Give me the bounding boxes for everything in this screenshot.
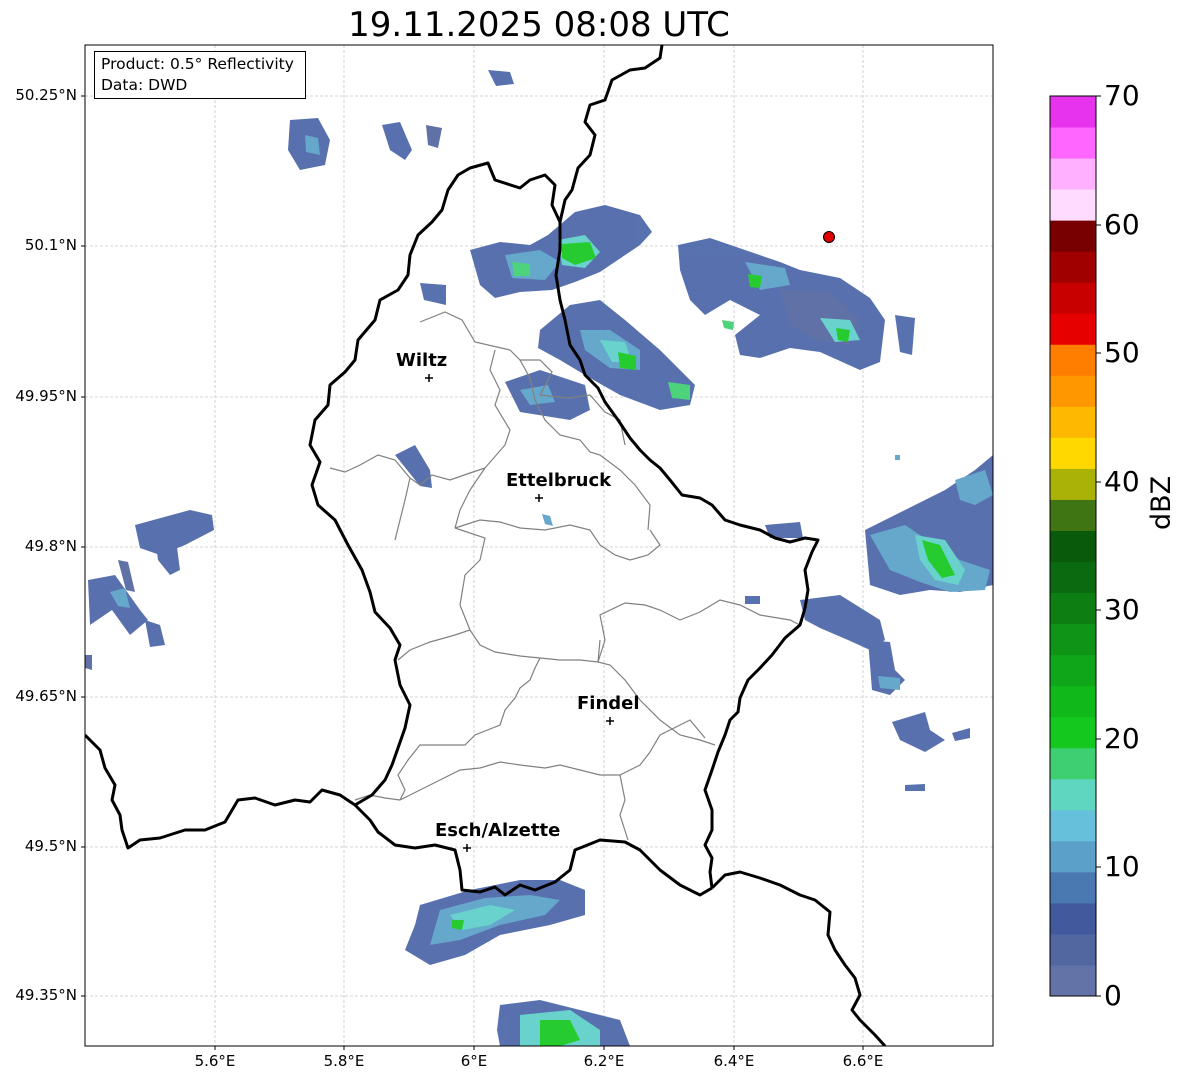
lat-label: 49.5°N xyxy=(24,837,77,855)
colorbar-tick-label: 20 xyxy=(1104,722,1140,755)
lat-label: 49.8°N xyxy=(24,537,77,555)
radar-echoes xyxy=(85,70,993,1046)
lon-label: 6.2°E xyxy=(583,1052,625,1070)
echo-cell xyxy=(85,510,214,670)
city-marker-ettelbruck xyxy=(535,494,543,502)
city-marker-findel xyxy=(606,717,614,725)
product-info-box: Product: 0.5° Reflectivity Data: DWD xyxy=(94,51,306,99)
echo-cell xyxy=(745,455,993,791)
colorbar-tick-label: 70 xyxy=(1104,79,1140,112)
echo-cell xyxy=(395,300,695,526)
lat-label: 49.65°N xyxy=(15,687,77,705)
radar-map xyxy=(81,44,994,1050)
city-marker-esch xyxy=(463,844,471,852)
city-label-findel: Findel xyxy=(577,693,640,714)
city-markers xyxy=(425,374,614,852)
lon-label: 6.6°E xyxy=(842,1052,884,1070)
city-label-esch-alzette: Esch/Alzette xyxy=(435,820,561,841)
data-source-label: Data: DWD xyxy=(101,76,188,94)
colorbar-tick-label: 30 xyxy=(1104,593,1140,626)
echo-cell xyxy=(678,238,915,370)
echo-cell xyxy=(405,880,630,1046)
city-label-ettelbruck: Ettelbruck xyxy=(506,470,612,491)
colorbar-tick-label: 40 xyxy=(1104,465,1140,498)
lon-label: 6°E xyxy=(460,1052,488,1070)
colorbar-tick-label: 50 xyxy=(1104,336,1140,369)
city-label-wiltz: Wiltz xyxy=(396,350,448,371)
colorbar-tick-label: 60 xyxy=(1104,208,1140,241)
lon-label: 5.8°E xyxy=(323,1052,365,1070)
lat-label: 50.1°N xyxy=(24,236,77,254)
lat-label: 49.35°N xyxy=(15,986,77,1004)
product-label: Product: 0.5° Reflectivity xyxy=(101,55,294,73)
city-marker-wiltz xyxy=(425,374,433,382)
colorbar-label: dBZ xyxy=(1146,475,1177,530)
lat-label: 49.95°N xyxy=(15,387,77,405)
radar-site-marker xyxy=(823,231,835,243)
lon-label: 6.4°E xyxy=(713,1052,755,1070)
colorbar-tick-label: 0 xyxy=(1104,979,1122,1012)
colorbar-tick-label: 10 xyxy=(1104,850,1140,883)
lon-label: 5.6°E xyxy=(194,1052,236,1070)
lat-label: 50.25°N xyxy=(15,86,77,104)
